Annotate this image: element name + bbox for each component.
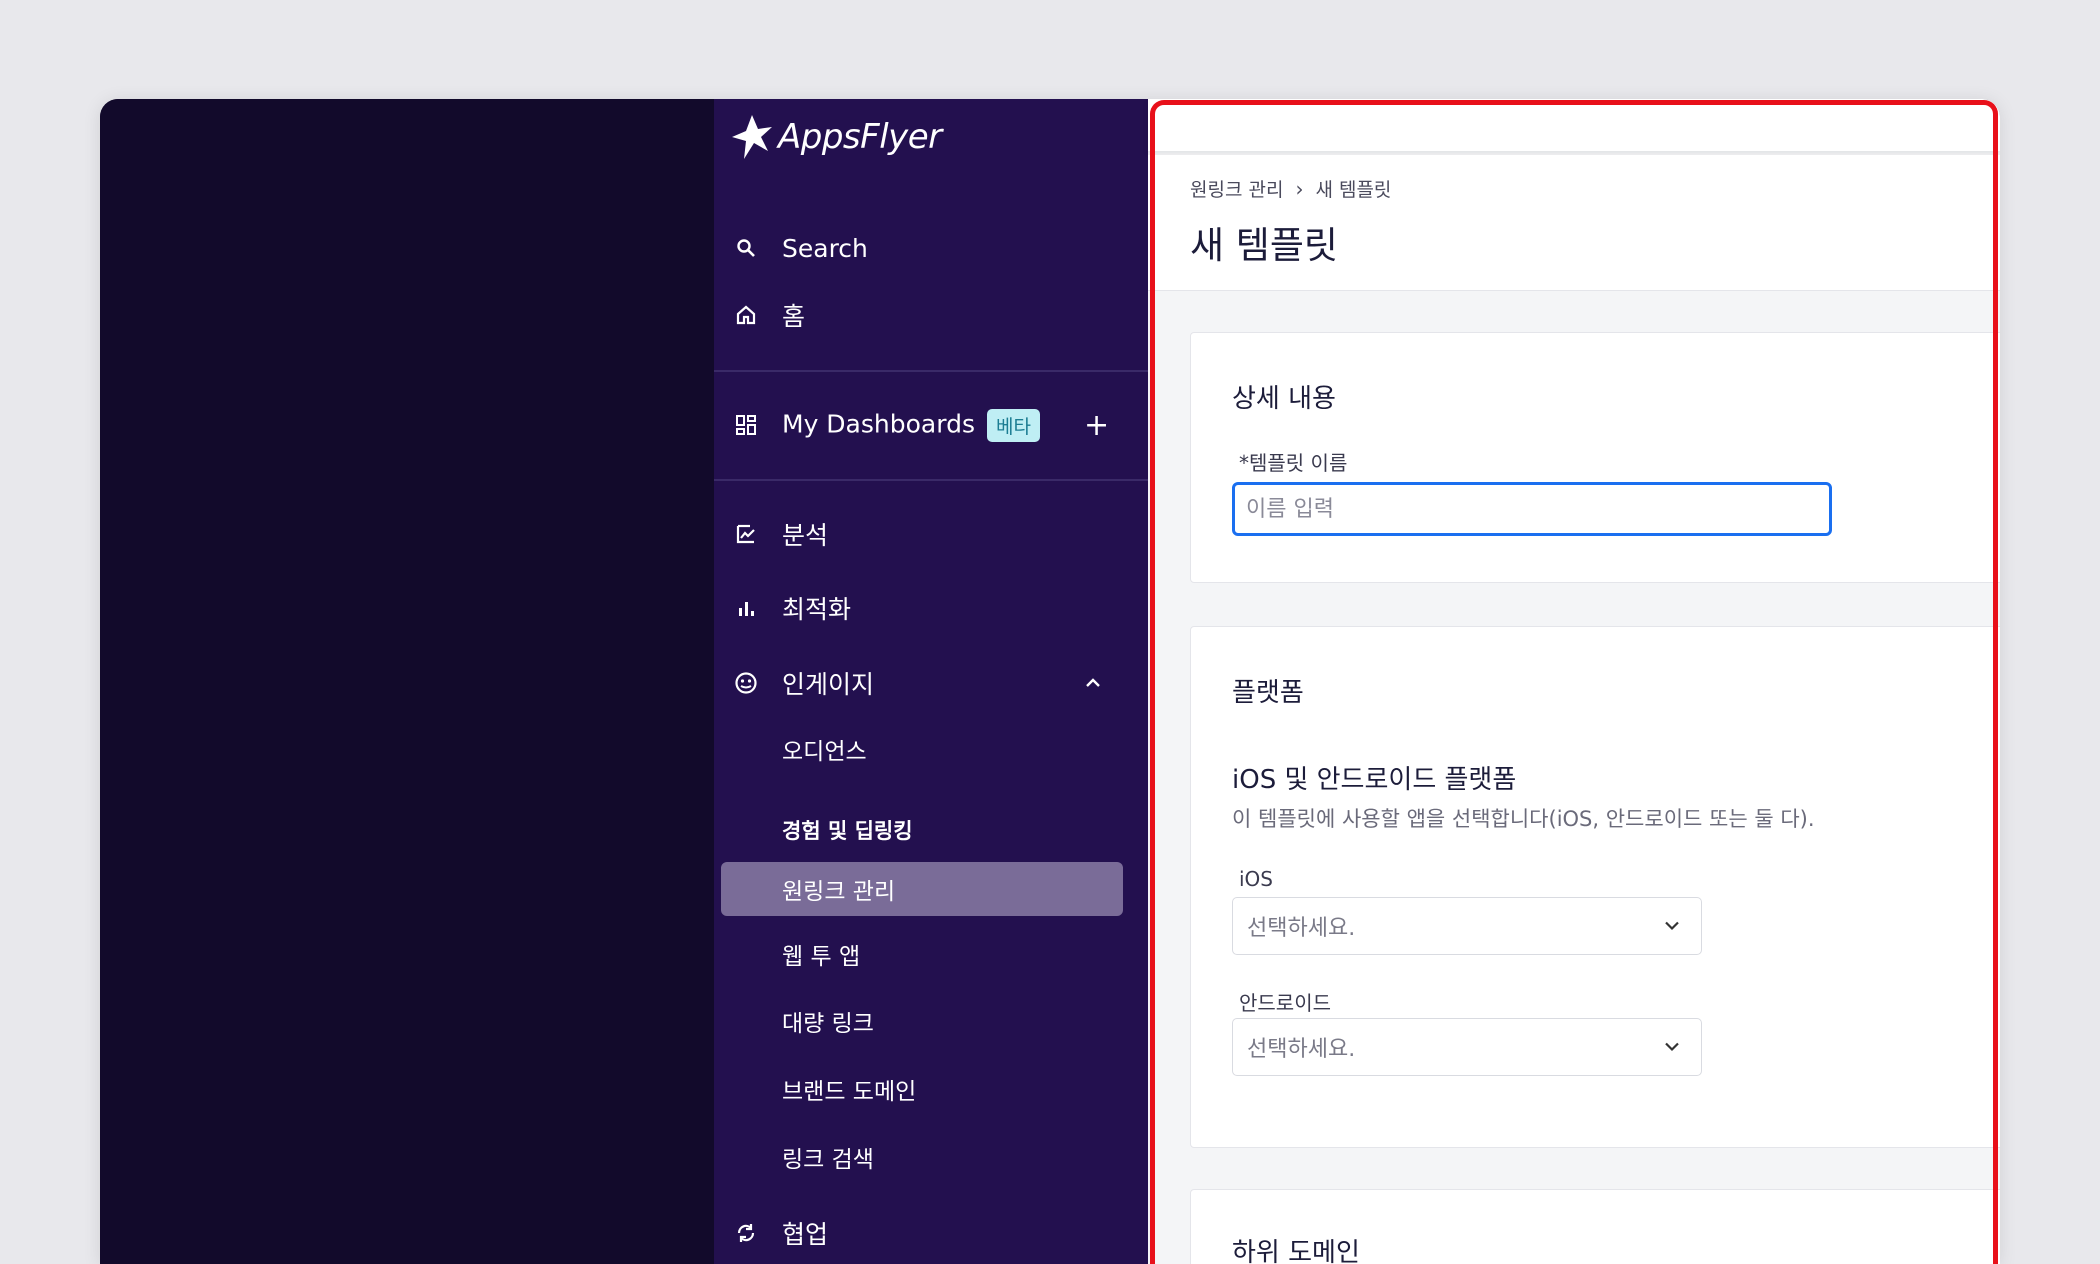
template-name-label: *템플릿 이름: [1239, 451, 1348, 475]
sidebar-item-search[interactable]: Search: [714, 220, 1148, 276]
sidebar-item-collaborate[interactable]: 협업: [714, 1205, 1148, 1261]
sidebar-divider: [714, 479, 1148, 481]
sidebar-subitem-bulk-links[interactable]: 대량 링크: [714, 993, 1148, 1049]
sidebar-divider: [714, 370, 1148, 372]
details-card: 상세 내용 *템플릿 이름: [1190, 332, 2000, 583]
page-title: 새 템플릿: [1190, 224, 1338, 267]
subdomain-card: 하위 도메인: [1190, 1189, 2000, 1264]
appsflyer-logo-icon: [732, 115, 772, 159]
chevron-down-icon: [1663, 917, 1681, 936]
platform-subtitle: iOS 및 안드로이드 플랫폼: [1232, 765, 1517, 795]
sidebar-item-label: 분석: [782, 521, 829, 550]
platform-card: 플랫폼 iOS 및 안드로이드 플랫폼 이 템플릿에 사용할 앱을 선택합니다(…: [1190, 626, 2000, 1148]
dark-background-pane: [100, 99, 714, 1264]
sidebar-subitem-onelink-management[interactable]: 원링크 관리: [714, 861, 1148, 917]
bar-chart-icon: [734, 596, 758, 620]
chevron-up-icon[interactable]: [1084, 674, 1102, 693]
android-select-value: 선택하세요.: [1247, 1037, 1356, 1062]
sidebar-subitem-label: 대량 링크: [782, 1011, 874, 1037]
breadcrumb-current: 새 템플릿: [1315, 179, 1392, 201]
subdomain-title: 하위 도메인: [1232, 1238, 1360, 1264]
dashboard-icon: [734, 413, 758, 437]
sidebar-subitem-label: 브랜드 도메인: [782, 1079, 917, 1105]
sync-icon: [734, 1221, 758, 1245]
template-name-field[interactable]: [1232, 482, 1832, 536]
sidebar-item-label: 최적화: [782, 595, 852, 624]
breadcrumb-link-onelink[interactable]: 원링크 관리: [1190, 179, 1283, 201]
app-window: AppsFlyer Search 홈 My Dashboards 베타 + 분석…: [100, 99, 2000, 1264]
android-select[interactable]: 선택하세요.: [1232, 1018, 1702, 1076]
sidebar-subitem-label: 링크 검색: [782, 1147, 874, 1173]
sidebar-subitem-label: 오디언스: [782, 739, 867, 765]
search-icon: [734, 236, 758, 260]
sidebar-item-optimize[interactable]: 최적화: [714, 580, 1148, 636]
ios-label: iOS: [1239, 867, 1273, 891]
engage-icon: [734, 671, 758, 695]
sidebar-item-label: My Dashboards: [782, 409, 975, 438]
sidebar-subitem-brand-domain[interactable]: 브랜드 도메인: [714, 1061, 1148, 1117]
add-dashboard-button[interactable]: +: [1084, 408, 1109, 443]
page-header: 원링크 관리 › 새 템플릿 새 템플릿: [1148, 155, 2000, 291]
platform-description: 이 템플릿에 사용할 앱을 선택합니다(iOS, 안드로이드 또는 둘 다).: [1232, 807, 1815, 831]
sidebar-section-experience-deeplinking: 경험 및 딥링킹: [714, 802, 1148, 858]
sidebar-item-my-dashboards[interactable]: My Dashboards 베타 +: [714, 397, 1148, 453]
ios-select[interactable]: 선택하세요.: [1232, 897, 1702, 955]
ios-select-value: 선택하세요.: [1247, 916, 1356, 941]
details-title: 상세 내용: [1232, 384, 1336, 414]
appsflyer-logo[interactable]: AppsFlyer: [732, 115, 942, 159]
analytics-icon: [734, 522, 758, 546]
chevron-down-icon: [1663, 1038, 1681, 1057]
sidebar-subitem-web-to-app[interactable]: 웹 투 앱: [714, 926, 1148, 982]
sidebar-subitem-link-search[interactable]: 링크 검색: [714, 1129, 1148, 1185]
sidebar-item-engage[interactable]: 인게이지: [714, 655, 1148, 711]
sidebar-subitem-label: 원링크 관리: [782, 879, 896, 905]
home-icon: [734, 303, 758, 327]
platform-title: 플랫폼: [1232, 678, 1304, 708]
breadcrumb: 원링크 관리 › 새 템플릿: [1190, 175, 1391, 202]
sidebar-section-label: 경험 및 딥링킹: [782, 819, 913, 843]
template-name-input[interactable]: [1235, 485, 1829, 533]
sidebar-item-label: 인게이지: [782, 670, 875, 699]
beta-badge: 베타: [986, 408, 1040, 442]
breadcrumb-separator-icon: ›: [1295, 177, 1304, 201]
brand-name: AppsFlyer: [778, 117, 942, 157]
sidebar-item-label: 협업: [782, 1220, 829, 1249]
sidebar-subitem-label: 웹 투 앱: [782, 944, 861, 970]
sidebar-item-label: 홈: [782, 302, 806, 331]
sidebar-item-home[interactable]: 홈: [714, 287, 1148, 343]
top-bar: [1148, 99, 2000, 151]
sidebar-subitem-audience[interactable]: 오디언스: [714, 721, 1148, 777]
sidebar-item-label: Search: [782, 233, 868, 263]
sidebar: AppsFlyer Search 홈 My Dashboards 베타 + 분석…: [714, 99, 1148, 1264]
main-content: 원링크 관리 › 새 템플릿 새 템플릿 상세 내용 *템플릿 이름 플랫폼 iOS…: [1148, 99, 2000, 1264]
android-label: 안드로이드: [1239, 991, 1331, 1015]
sidebar-item-analysis[interactable]: 분석: [714, 506, 1148, 562]
